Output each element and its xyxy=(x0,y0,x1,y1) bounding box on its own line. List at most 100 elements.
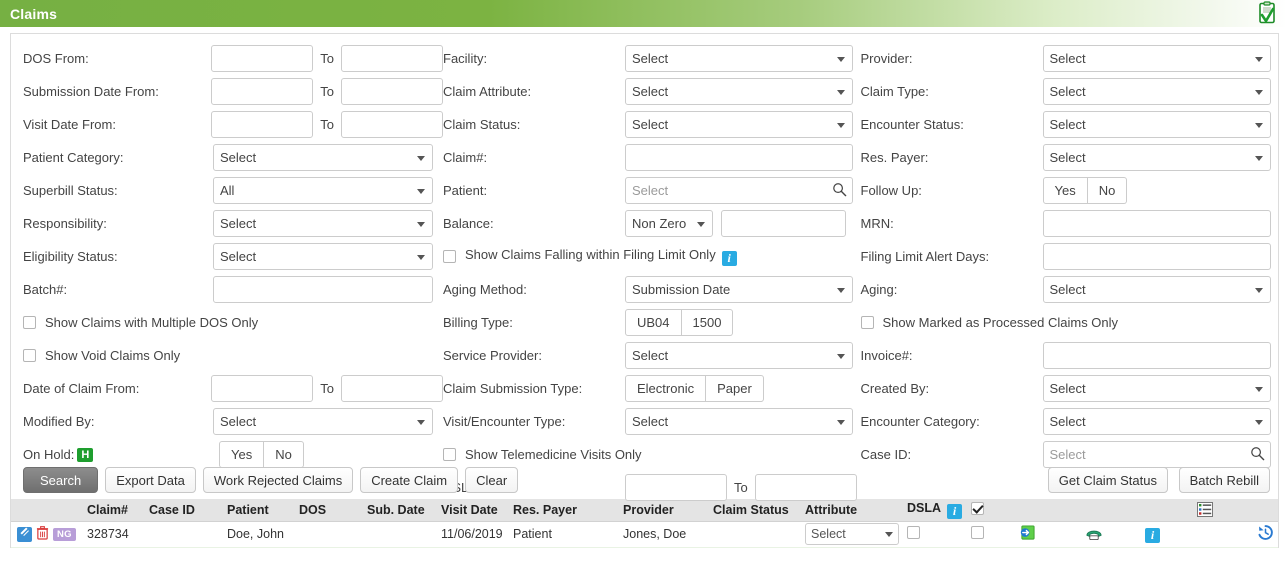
show-telemedicine-checkbox[interactable] xyxy=(443,448,456,461)
select-all-checkbox[interactable] xyxy=(971,501,984,515)
encounter-status-select[interactable]: Select xyxy=(1042,111,1271,138)
info-icon[interactable]: i xyxy=(1145,528,1160,543)
export-data-button[interactable]: Export Data xyxy=(105,467,196,493)
eligibility-status-select[interactable]: Select xyxy=(213,243,433,270)
label-invoice-number: Invoice#: xyxy=(860,348,913,363)
provider-select[interactable]: Select xyxy=(1042,45,1271,72)
visit-date-from-input[interactable] xyxy=(211,111,314,138)
cell-dos xyxy=(295,521,363,548)
follow-up-yes-button[interactable]: Yes xyxy=(1042,177,1088,204)
show-multiple-dos-checkbox[interactable] xyxy=(23,316,36,329)
visit-date-to-input[interactable] xyxy=(341,111,443,138)
patient-search-input[interactable] xyxy=(625,177,853,204)
get-claim-status-button[interactable]: Get Claim Status xyxy=(1047,467,1168,493)
claims-search-panel: DOS From: To Submission Date From: To Vi… xyxy=(10,33,1279,501)
edit-icon[interactable] xyxy=(17,526,32,542)
work-rejected-claims-button[interactable]: Work Rejected Claims xyxy=(202,467,354,493)
date-of-claim-to-input[interactable] xyxy=(341,375,443,402)
clipboard-check-icon[interactable] xyxy=(1255,1,1279,25)
delete-icon[interactable] xyxy=(36,525,49,543)
visit-encounter-type-select[interactable]: Select xyxy=(625,408,853,435)
field-show-multiple-dos[interactable]: Show Claims with Multiple DOS Only xyxy=(23,306,443,339)
encounter-status-value: Select xyxy=(1049,117,1086,132)
aging-value: Select xyxy=(1049,282,1086,297)
rebill-icon[interactable] xyxy=(1019,524,1036,544)
search-button[interactable]: Search xyxy=(23,467,99,493)
label-aging: Aging: xyxy=(860,282,898,297)
show-filing-limit-checkbox[interactable] xyxy=(443,250,456,263)
to-label: To xyxy=(320,84,334,99)
on-hold-text: On Hold: xyxy=(23,447,75,462)
submission-date-from-input[interactable] xyxy=(211,78,314,105)
field-created-by: Created By: Select xyxy=(861,372,1279,405)
phone-icon[interactable] xyxy=(1085,530,1103,544)
label-aging-method: Aging Method: xyxy=(443,282,527,297)
dos-to-input[interactable] xyxy=(341,45,443,72)
field-provider: Provider: Select xyxy=(861,42,1279,75)
claim-attribute-select[interactable]: Select xyxy=(625,78,853,105)
dos-from-input[interactable] xyxy=(211,45,314,72)
field-claim-status: Claim Status: Select xyxy=(443,108,861,141)
field-show-marked-processed[interactable]: Show Marked as Processed Claims Only xyxy=(860,306,1279,339)
cell-actions: NG xyxy=(11,521,83,548)
mrn-input[interactable] xyxy=(1042,210,1271,237)
field-show-filing-limit[interactable]: Show Claims Falling within Filing Limit … xyxy=(443,240,861,273)
res-payer-select[interactable]: Select xyxy=(1042,144,1271,171)
follow-up-toggle[interactable]: Yes No xyxy=(1042,177,1128,204)
cell-select xyxy=(967,521,1015,548)
field-follow-up: Follow Up: Yes No xyxy=(861,174,1279,207)
ng-badge[interactable]: NG xyxy=(53,527,76,541)
submission-paper-button[interactable]: Paper xyxy=(706,375,764,402)
clear-button[interactable]: Clear xyxy=(465,467,519,493)
billing-type-toggle[interactable]: UB04 1500 xyxy=(625,309,734,336)
show-void-claims-checkbox[interactable] xyxy=(23,349,36,362)
invoice-number-input[interactable] xyxy=(1042,342,1271,369)
superbill-status-select[interactable]: All xyxy=(213,177,433,204)
field-responsibility: Responsibility: Select xyxy=(23,207,443,240)
billing-type-ub04-button[interactable]: UB04 xyxy=(625,309,682,336)
patient-category-select[interactable]: Select xyxy=(213,144,433,171)
responsibility-value: Select xyxy=(220,216,257,231)
date-of-claim-from-input[interactable] xyxy=(211,375,314,402)
field-encounter-status: Encounter Status: Select xyxy=(861,108,1279,141)
balance-amount-input[interactable] xyxy=(721,210,846,237)
list-settings-icon[interactable] xyxy=(1197,502,1213,518)
facility-select[interactable]: Select xyxy=(625,45,853,72)
field-show-void-claims[interactable]: Show Void Claims Only xyxy=(23,339,443,372)
batch-rebill-button[interactable]: Batch Rebill xyxy=(1178,467,1270,493)
service-provider-select[interactable]: Select xyxy=(625,342,853,369)
info-icon[interactable]: i xyxy=(947,503,963,519)
responsibility-select[interactable]: Select xyxy=(213,210,433,237)
aging-method-select[interactable]: Submission Date xyxy=(625,276,853,303)
table-row[interactable]: NG 328734 Doe, John 11/06/2019 Patient J… xyxy=(11,521,1278,548)
claim-type-select[interactable]: Select xyxy=(1042,78,1271,105)
create-claim-button[interactable]: Create Claim xyxy=(360,467,459,493)
row-attribute-value: Select xyxy=(811,527,846,541)
filing-limit-alert-days-input[interactable] xyxy=(1042,243,1271,270)
follow-up-no-button[interactable]: No xyxy=(1087,177,1128,204)
submission-electronic-button[interactable]: Electronic xyxy=(625,375,707,402)
encounter-category-select[interactable]: Select xyxy=(1042,408,1271,435)
modified-by-select[interactable]: Select xyxy=(213,408,433,435)
info-icon[interactable]: i xyxy=(721,251,737,266)
field-submission-date-from: Submission Date From: To xyxy=(23,75,443,108)
balance-select[interactable]: Non Zero xyxy=(625,210,713,237)
history-icon[interactable] xyxy=(1257,525,1274,544)
row-dsla-checkbox[interactable] xyxy=(907,526,920,539)
label-show-marked-processed: Show Marked as Processed Claims Only xyxy=(882,315,1119,330)
row-select-checkbox[interactable] xyxy=(971,526,984,539)
show-marked-processed-checkbox[interactable] xyxy=(860,316,874,329)
submission-date-to-input[interactable] xyxy=(341,78,443,105)
field-eligibility-status: Eligibility Status: Select xyxy=(23,240,443,273)
created-by-select[interactable]: Select xyxy=(1042,375,1271,402)
billing-type-1500-button[interactable]: 1500 xyxy=(681,309,734,336)
batch-number-input[interactable] xyxy=(213,276,433,303)
claims-results-table: Claim# Case ID Patient DOS Sub. Date Vis… xyxy=(10,499,1279,548)
claim-status-select[interactable]: Select xyxy=(625,111,853,138)
filter-columns: DOS From: To Submission Date From: To Vi… xyxy=(11,34,1278,504)
row-attribute-select[interactable]: Select xyxy=(805,523,899,545)
label-encounter-status: Encounter Status: xyxy=(860,117,964,132)
claim-number-input[interactable] xyxy=(625,144,853,171)
claim-submission-type-toggle[interactable]: Electronic Paper xyxy=(625,375,764,402)
aging-select[interactable]: Select xyxy=(1042,276,1271,303)
